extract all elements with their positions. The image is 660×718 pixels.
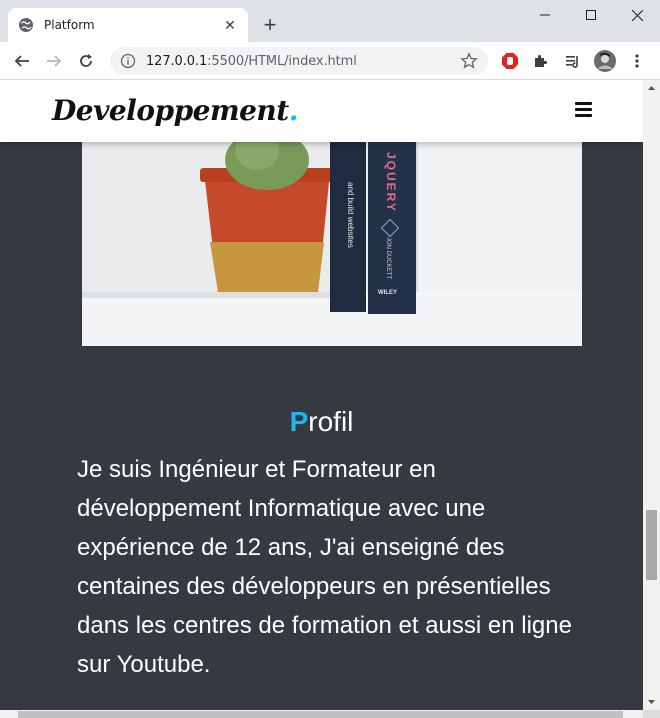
hamburger-menu-icon[interactable] — [575, 102, 592, 117]
puzzle-icon — [535, 55, 547, 67]
profile-bio-text: Je suis Ingénieur et Formateur en dévelo… — [77, 456, 572, 678]
section-heading-profil: Profil — [0, 406, 643, 438]
arrow-right-icon — [47, 55, 62, 67]
back-button[interactable] — [10, 49, 34, 73]
avatar-icon — [594, 50, 616, 72]
book-publisher-text: WILEY — [378, 290, 397, 296]
tab-strip: Platform ✕ + — [0, 0, 660, 42]
book-spine-text: and build websites — [346, 182, 355, 248]
scroll-down-icon[interactable] — [643, 696, 660, 708]
vertical-scrollbar[interactable] — [643, 80, 660, 710]
globe-icon — [19, 18, 33, 32]
reload-icon — [80, 54, 92, 67]
adblock-extension-button[interactable] — [498, 49, 522, 73]
profile-avatar[interactable] — [593, 49, 617, 73]
horizontal-scrollbar[interactable] — [0, 710, 643, 718]
stop-sign-icon — [502, 53, 518, 69]
extensions-button[interactable] — [529, 49, 553, 73]
address-bar[interactable]: 127.0.0.1:5500/HTML/index.html — [110, 47, 488, 75]
browser-tab[interactable]: Platform ✕ — [8, 8, 248, 42]
brand-dot: . — [288, 94, 299, 127]
site-brand-logo[interactable]: Developpement. — [52, 94, 298, 127]
url-path: :5500/HTML/index.html — [207, 53, 357, 69]
playlist-icon — [566, 56, 578, 68]
url-text: 127.0.0.1:5500/HTML/index.html — [146, 54, 460, 69]
vertical-scroll-thumb[interactable] — [646, 510, 657, 580]
maximize-button[interactable] — [568, 0, 614, 30]
horizontal-scroll-thumb[interactable] — [18, 711, 623, 718]
more-vertical-icon — [635, 54, 639, 68]
scroll-up-icon[interactable] — [643, 82, 660, 94]
media-control-button[interactable] — [561, 49, 585, 73]
forward-button[interactable] — [42, 49, 66, 73]
book-author-text: JON DUCKETT — [385, 237, 391, 279]
hero-photo: and build websites JQUERY JON DUCKETT WI… — [82, 142, 582, 346]
info-icon — [120, 53, 136, 69]
tab-close-icon[interactable]: ✕ — [222, 17, 238, 33]
brand-text: Developpement — [52, 94, 289, 127]
book-title-text: JQUERY — [384, 152, 398, 213]
arrow-left-icon — [14, 55, 29, 67]
new-tab-button[interactable]: + — [258, 13, 282, 37]
reload-button[interactable] — [74, 49, 98, 73]
tab-title: Platform — [44, 18, 95, 32]
profil-first-letter: P — [289, 406, 309, 437]
close-icon — [631, 9, 643, 21]
minimize-button[interactable] — [522, 0, 568, 30]
maximize-icon — [586, 10, 596, 20]
bookmark-star-icon[interactable] — [460, 52, 478, 70]
page-viewport: Developpement. and build websites JQUERY… — [0, 80, 643, 710]
minimize-icon — [540, 14, 550, 16]
cactus-books-image: and build websites JQUERY JON DUCKETT WI… — [82, 142, 582, 346]
browser-toolbar: 127.0.0.1:5500/HTML/index.html — [0, 42, 660, 80]
browser-window: Platform ✕ + 127.0.0.1:5500/HTML/index.h… — [0, 0, 660, 718]
close-window-button[interactable] — [614, 0, 660, 30]
profil-rest: rofil — [308, 406, 354, 437]
scrollbar-corner — [643, 710, 660, 718]
site-navbar: Developpement. — [0, 80, 643, 142]
url-host: 127.0.0.1 — [146, 53, 208, 69]
browser-menu-button[interactable] — [625, 49, 649, 73]
